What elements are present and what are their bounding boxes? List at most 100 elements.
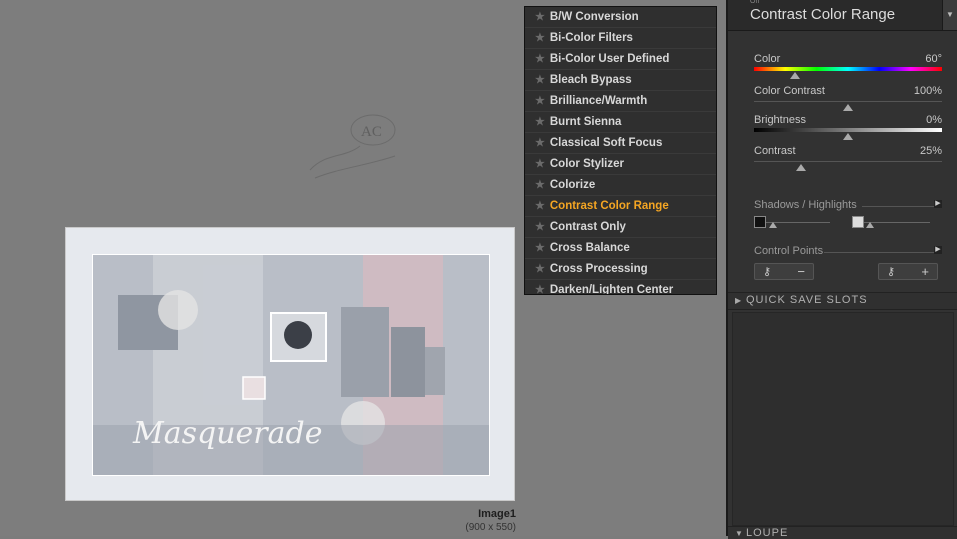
quick-save-slots-label: QUICK SAVE SLOTS [746, 294, 868, 306]
image-name: Image1 [478, 508, 516, 520]
filter-item[interactable]: ★ Bi-Color User Defined [525, 49, 716, 70]
slider-value: 60° [925, 53, 942, 65]
filter-item-label: Bleach Bypass [549, 74, 632, 86]
control-points-section[interactable]: Control Points ▶ [754, 245, 942, 257]
key-pointer-icon: ⚷ [763, 266, 772, 278]
remove-control-point-button[interactable]: ⚷ − [754, 263, 814, 280]
filter-header[interactable]: On Contrast Color Range ▼ [728, 0, 957, 31]
loupe-label: LOUPE [746, 527, 789, 539]
image-dimensions: (900 x 550) [465, 522, 516, 533]
filter-item[interactable]: ★ Cross Processing [525, 259, 716, 280]
filter-item[interactable]: ★ Classical Soft Focus [525, 133, 716, 154]
star-icon[interactable]: ★ [535, 242, 545, 254]
filter-item-label: Cross Processing [549, 263, 648, 275]
star-icon[interactable]: ★ [535, 11, 545, 23]
filter-item-label: Contrast Color Range [549, 200, 669, 212]
filter-item[interactable]: ★ Color Stylizer [525, 154, 716, 175]
filter-dropdown-icon[interactable]: ▼ [942, 0, 957, 30]
star-icon[interactable]: ★ [535, 74, 545, 86]
slider-thumb[interactable] [790, 72, 801, 79]
star-icon[interactable]: ★ [535, 200, 545, 212]
slider-track[interactable] [754, 161, 942, 162]
filter-item[interactable]: ★ Bleach Bypass [525, 70, 716, 91]
svg-text:AC: AC [361, 124, 382, 140]
filter-item[interactable]: ★ Cross Balance [525, 238, 716, 259]
shadows-thumb[interactable] [769, 222, 777, 228]
filter-item-label: Classical Soft Focus [549, 137, 663, 149]
filter-item-label: Cross Balance [549, 242, 630, 254]
filter-title: Contrast Color Range [750, 6, 896, 23]
star-icon[interactable]: ★ [535, 158, 545, 170]
collapse-arrow-icon: ▶ [735, 296, 742, 305]
svg-text:Masquerade: Masquerade [132, 416, 322, 451]
star-icon[interactable]: ★ [535, 179, 545, 191]
star-icon[interactable]: ★ [535, 116, 545, 128]
slider-row: Brightness 0% [754, 114, 942, 140]
slider-thumb[interactable] [843, 104, 853, 111]
plus-icon: + [921, 264, 929, 279]
slider-value: 100% [913, 85, 942, 97]
shadows-swatch-icon [754, 216, 766, 228]
slider-label: Brightness [754, 114, 806, 126]
slider-value: 0% [926, 114, 942, 126]
slider-track[interactable] [754, 67, 942, 71]
filter-item[interactable]: ★ Contrast Color Range [525, 196, 716, 217]
watermark-logo: AC [309, 114, 396, 179]
filter-item[interactable]: ★ Darken/Lighten Center [525, 280, 716, 295]
expand-arrow-icon[interactable]: ▶ [934, 200, 942, 208]
section-divider [862, 206, 934, 207]
control-points-label: Control Points [754, 245, 824, 257]
loupe-header[interactable]: ▼ LOUPE [728, 526, 957, 539]
filter-item[interactable]: ★ Bi-Color Filters [525, 28, 716, 49]
image-preview: Masquerade [92, 254, 490, 476]
highlights-swatch-icon [852, 216, 864, 228]
quick-save-slots-area[interactable] [732, 312, 954, 526]
filter-item-label: Bi-Color Filters [549, 32, 633, 44]
filter-item-label: Bi-Color User Defined [549, 53, 670, 65]
highlights-thumb[interactable] [866, 222, 874, 228]
slider-thumb[interactable] [796, 164, 806, 171]
filter-list[interactable]: ★ B/W Conversion ★ Bi-Color Filters ★ Bi-Colo… [524, 6, 717, 295]
filter-item[interactable]: ★ Colorize [525, 175, 716, 196]
filter-item-label: B/W Conversion [549, 11, 639, 23]
filter-item[interactable]: ★ Burnt Sienna [525, 112, 716, 133]
filter-item-label: Colorize [549, 179, 596, 191]
filter-settings-panel: On Contrast Color Range ▼ Color 60° Color … [726, 0, 957, 539]
star-icon[interactable]: ★ [535, 32, 545, 44]
shadows-highlights-section[interactable]: Shadows / Highlights ▶ [754, 199, 942, 211]
slider-value: 25% [919, 145, 942, 157]
filter-item-label: Burnt Sienna [549, 116, 622, 128]
filter-item-label: Brilliance/Warmth [549, 95, 648, 107]
filter-item[interactable]: ★ Brilliance/Warmth [525, 91, 716, 112]
quick-save-slots-header[interactable]: ▶ QUICK SAVE SLOTS [728, 292, 957, 310]
filter-on-toggle[interactable]: On [750, 0, 759, 5]
filter-item-label: Color Stylizer [549, 158, 625, 170]
image-caption: Image1 (900 x 550) [440, 508, 516, 534]
slider-thumb[interactable] [843, 133, 853, 140]
star-icon[interactable]: ★ [535, 53, 545, 65]
filter-item[interactable]: ★ Contrast Only [525, 217, 716, 238]
filter-item-label: Darken/Lighten Center [549, 284, 674, 295]
slider-row: Color 60° [754, 53, 942, 79]
key-pointer-icon: ⚷ [887, 266, 896, 278]
star-icon[interactable]: ★ [535, 95, 545, 107]
star-icon[interactable]: ★ [535, 263, 545, 275]
slider-row: Contrast 25% [754, 145, 942, 171]
image-thumbnail[interactable]: Masquerade [65, 227, 515, 501]
star-icon[interactable]: ★ [535, 137, 545, 149]
slider-label: Contrast [754, 145, 796, 157]
shadows-highlights-label: Shadows / Highlights [754, 199, 857, 211]
filter-item-label: Contrast Only [549, 221, 626, 233]
slider-label: Color [754, 53, 781, 65]
slider-track[interactable] [754, 128, 942, 132]
expand-arrow-icon[interactable]: ▶ [934, 246, 942, 254]
slider-label: Color Contrast [754, 85, 825, 97]
minus-icon: − [797, 264, 805, 279]
filter-item[interactable]: ★ B/W Conversion [525, 7, 716, 28]
section-divider [824, 252, 934, 253]
expand-arrow-icon: ▼ [735, 529, 743, 538]
star-icon[interactable]: ★ [535, 284, 545, 294]
add-control-point-button[interactable]: ⚷ + [878, 263, 938, 280]
star-icon[interactable]: ★ [535, 221, 545, 233]
slider-track[interactable] [754, 101, 942, 102]
